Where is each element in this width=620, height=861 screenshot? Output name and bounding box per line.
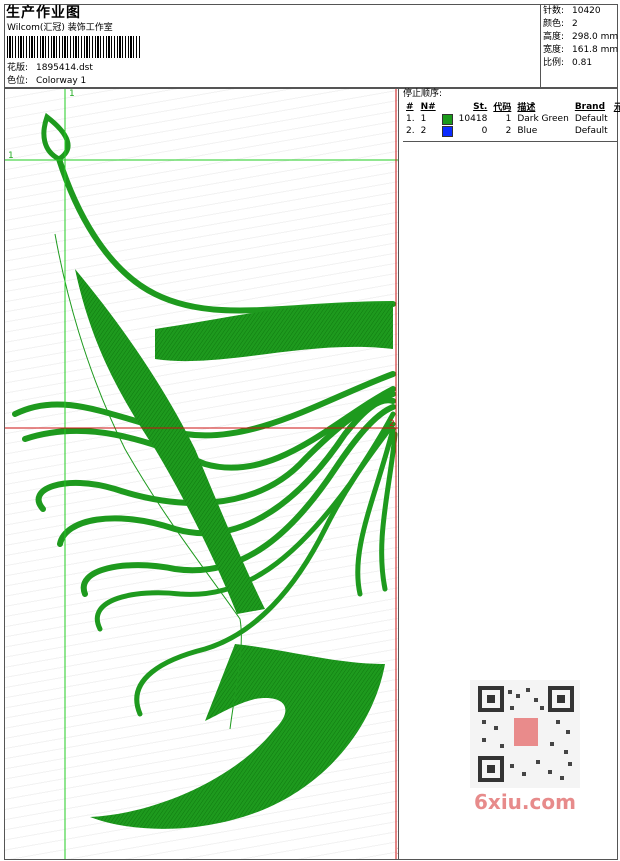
- watermark-logo: 6xiu.com: [474, 790, 576, 814]
- stat-height-label: 高度:: [543, 32, 565, 42]
- col-header-swatch: [439, 100, 456, 113]
- stat-width-value: 161.8 mm: [572, 45, 619, 55]
- main-stem: [56, 156, 396, 314]
- col-header-stitches: St.: [473, 101, 488, 112]
- row-brand: Default: [574, 126, 608, 136]
- col-header-desc: 描述: [517, 103, 536, 113]
- col-header-brand: Brand: [574, 101, 606, 112]
- colorway-label: 色位:: [7, 76, 29, 86]
- satin-fills: [75, 269, 393, 829]
- col-header-element: 元素: [613, 103, 620, 113]
- stat-scale-value: 0.81: [572, 58, 593, 68]
- color-swatch: [441, 125, 453, 137]
- marker-end-right: 2: [389, 419, 395, 429]
- stat-height-value: 298.0 mm: [572, 32, 619, 42]
- stat-scale-label: 比例:: [543, 58, 565, 68]
- row-brand: Default: [574, 114, 608, 124]
- page-title: 生产作业图: [6, 5, 81, 21]
- stop-sequence-table: # N# St. 代码 描述 Brand 元素 1. 1 10418 1 Dar…: [403, 100, 620, 137]
- stat-stitches-label: 针数:: [543, 6, 565, 16]
- stat-width-label: 宽度:: [543, 45, 565, 55]
- satin-blade: [90, 644, 385, 829]
- qr-code: [470, 680, 580, 788]
- marker-start-left: 1: [8, 151, 14, 161]
- marker-end-bottom: 2: [397, 847, 398, 858]
- table-header-row: # N# St. 代码 描述 Brand 元素: [403, 100, 620, 114]
- row-index: 1.: [406, 114, 415, 124]
- marker-start-top: 1: [69, 89, 75, 99]
- colorway-value: Colorway 1: [36, 76, 87, 86]
- row-index: 2.: [406, 126, 415, 136]
- row-n: 2: [420, 126, 427, 136]
- row-element: [611, 113, 620, 125]
- row-stitches: 0: [481, 126, 488, 136]
- col-header-n: N#: [420, 101, 436, 112]
- row-desc: Blue: [517, 126, 538, 136]
- row-code: 1: [505, 114, 512, 124]
- satin-band-top: [155, 303, 393, 362]
- embroidery-design: [5, 89, 398, 859]
- legend-divider: [403, 141, 618, 142]
- stop-sequence-title: 停止顺序:: [403, 89, 443, 99]
- ribbon-8: [355, 426, 396, 597]
- embroidery-canvas: 1 1 2 2: [5, 89, 398, 859]
- stat-colors-label: 颜色:: [543, 19, 565, 29]
- stat-stitches-value: 10420: [572, 6, 601, 16]
- design-value: 1895414.dst: [36, 63, 93, 73]
- design-label: 花版:: [7, 63, 29, 73]
- col-header-code: 代码: [493, 103, 512, 113]
- row-element: [611, 125, 620, 137]
- row-swatch: [439, 125, 456, 137]
- row-desc: Dark Green: [517, 114, 569, 124]
- stat-colors-value: 2: [572, 19, 578, 29]
- color-swatch: [441, 113, 453, 125]
- row-code: 2: [505, 126, 512, 136]
- flame-tip: [41, 112, 71, 162]
- company-name: Wilcom(汇冠) 装饰工作室: [7, 23, 113, 33]
- qr-pattern: [478, 686, 574, 782]
- col-header-index: #: [406, 101, 414, 112]
- row-n: 1: [420, 114, 427, 124]
- table-row: 1. 1 10418 1 Dark Green Default: [403, 113, 620, 125]
- row-stitches: 10418: [458, 114, 488, 124]
- barcode: [7, 36, 141, 58]
- thread-strokes: [12, 112, 398, 717]
- row-swatch: [439, 113, 456, 125]
- table-row: 2. 2 0 2 Blue Default: [403, 125, 620, 137]
